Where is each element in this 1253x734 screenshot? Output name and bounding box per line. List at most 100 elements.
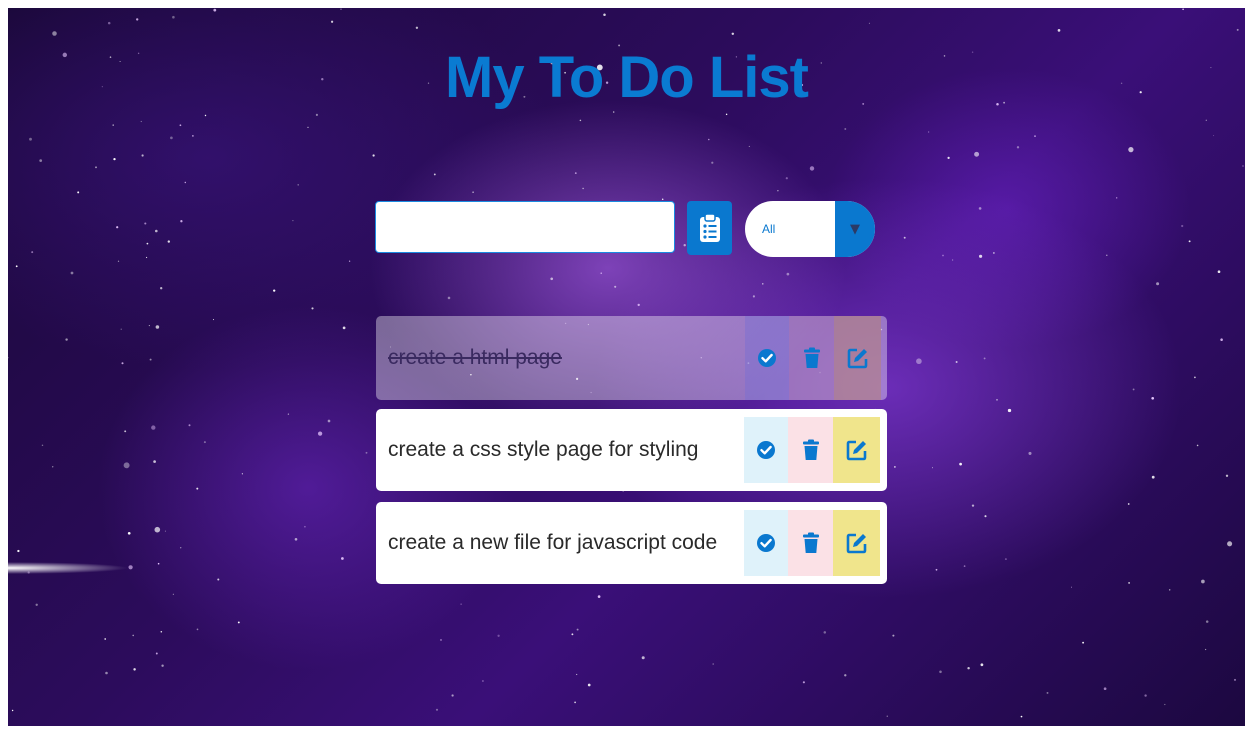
star <box>711 161 714 164</box>
star <box>149 358 152 361</box>
star <box>963 565 966 567</box>
delete-button[interactable] <box>789 316 834 400</box>
star <box>785 177 788 180</box>
star <box>979 254 983 258</box>
add-todo-button[interactable] <box>687 201 732 255</box>
star <box>415 26 419 29</box>
star <box>1128 581 1131 584</box>
star <box>959 462 962 466</box>
star <box>725 113 728 116</box>
filter-selected-value: All <box>762 222 776 236</box>
star <box>1233 678 1237 681</box>
star <box>1181 224 1184 228</box>
complete-button[interactable] <box>745 316 789 400</box>
star <box>330 20 334 23</box>
star <box>148 325 150 327</box>
star <box>951 259 954 261</box>
star <box>213 8 217 12</box>
star <box>550 277 554 281</box>
star <box>155 652 158 655</box>
star <box>311 307 314 310</box>
star <box>204 114 207 117</box>
star <box>1070 586 1073 588</box>
star <box>1188 240 1191 243</box>
star <box>341 557 344 560</box>
star <box>157 562 160 565</box>
star <box>203 441 206 444</box>
star <box>212 319 215 321</box>
star <box>52 466 54 468</box>
star <box>967 666 970 670</box>
star <box>146 256 148 259</box>
star <box>1220 338 1223 341</box>
star <box>939 670 942 674</box>
star <box>587 683 591 687</box>
star <box>1046 691 1049 694</box>
trash-icon <box>802 532 819 553</box>
clipboard-list-icon <box>699 213 720 242</box>
star <box>348 260 351 262</box>
star <box>786 272 790 276</box>
star <box>179 124 182 127</box>
delete-button[interactable] <box>788 510 833 576</box>
star <box>574 172 577 174</box>
star <box>1227 541 1233 547</box>
star <box>641 656 645 660</box>
star <box>823 631 827 634</box>
star <box>141 154 144 157</box>
star <box>481 680 484 682</box>
check-circle-icon <box>757 534 775 552</box>
star <box>121 362 124 365</box>
star <box>105 671 108 675</box>
star <box>460 603 462 605</box>
star <box>1217 270 1221 274</box>
star <box>582 187 584 190</box>
star <box>164 530 166 532</box>
trash-icon <box>802 439 819 460</box>
star <box>844 128 847 130</box>
star <box>65 338 68 341</box>
delete-button[interactable] <box>788 417 833 483</box>
star <box>802 681 805 684</box>
edit-button[interactable] <box>833 510 880 576</box>
star <box>809 166 815 171</box>
todo-input[interactable] <box>375 201 675 253</box>
star <box>340 8 342 10</box>
complete-button[interactable] <box>744 417 788 483</box>
star <box>984 515 987 518</box>
todo-item: create a html page <box>376 316 887 400</box>
star <box>188 424 191 427</box>
star <box>1132 388 1135 391</box>
star <box>1034 135 1036 137</box>
star <box>1182 8 1184 11</box>
star <box>172 15 175 19</box>
star <box>974 151 980 157</box>
star <box>935 568 938 571</box>
star <box>372 154 375 157</box>
star <box>942 254 944 257</box>
star <box>155 325 160 329</box>
star <box>955 361 958 363</box>
complete-button[interactable] <box>744 510 788 576</box>
star-flare <box>8 562 128 574</box>
star <box>15 265 18 268</box>
star <box>31 251 34 254</box>
star <box>440 639 442 641</box>
star <box>708 138 710 141</box>
todo-text: create a css style page for styling <box>388 438 699 461</box>
filter-select[interactable]: All ▼ <box>745 201 875 257</box>
star <box>146 242 149 245</box>
star <box>41 444 44 447</box>
star <box>1151 475 1155 479</box>
star <box>127 531 131 535</box>
star <box>1028 451 1032 455</box>
space-background: My To Do List All ▼ create a html page c… <box>8 8 1245 726</box>
star <box>1007 408 1012 413</box>
star <box>327 419 331 423</box>
edit-button[interactable] <box>834 316 881 400</box>
star <box>315 113 318 116</box>
star <box>993 252 995 254</box>
star <box>752 295 755 298</box>
edit-button[interactable] <box>833 417 880 483</box>
edit-icon <box>846 440 866 461</box>
